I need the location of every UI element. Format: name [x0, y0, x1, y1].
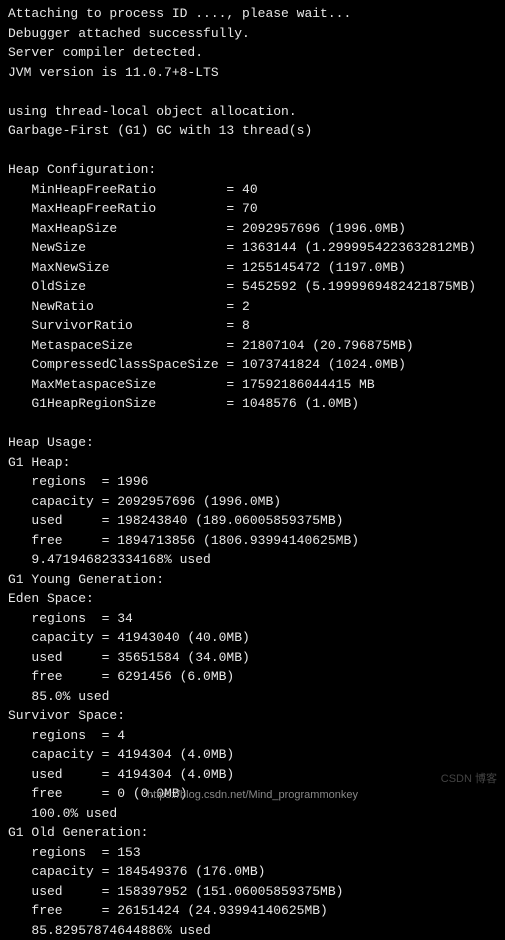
- header-line: using thread-local object allocation.: [8, 102, 497, 122]
- heap-config-row: SurvivorRatio = 8: [8, 316, 497, 336]
- usage-row: regions = 153: [8, 843, 497, 863]
- usage-row: used = 35651584 (34.0MB): [8, 648, 497, 668]
- usage-pct: 85.0% used: [8, 687, 497, 707]
- terminal-output: Attaching to process ID ...., please wai…: [8, 4, 497, 940]
- usage-row: capacity = 4194304 (4.0MB): [8, 745, 497, 765]
- header-line: JVM version is 11.0.7+8-LTS: [8, 63, 497, 83]
- g1-heap-block: regions = 1996 capacity = 2092957696 (19…: [8, 472, 497, 570]
- heap-config-row: G1HeapRegionSize = 1048576 (1.0MB): [8, 394, 497, 414]
- eden-block: regions = 34 capacity = 41943040 (40.0MB…: [8, 609, 497, 707]
- usage-pct: 9.471946823334168% used: [8, 550, 497, 570]
- heap-config-row: MaxMetaspaceSize = 17592186044415 MB: [8, 375, 497, 395]
- g1-old-title: G1 Old Generation:: [8, 823, 497, 843]
- eden-title: Eden Space:: [8, 589, 497, 609]
- header-line: Debugger attached successfully.: [8, 24, 497, 44]
- usage-row: used = 158397952 (151.06005859375MB): [8, 882, 497, 902]
- heap-config-row: CompressedClassSpaceSize = 1073741824 (1…: [8, 355, 497, 375]
- header-line: Garbage-First (G1) GC with 13 thread(s): [8, 121, 497, 141]
- header-line: Attaching to process ID ...., please wai…: [8, 4, 497, 24]
- usage-row: regions = 1996: [8, 472, 497, 492]
- usage-row: regions = 4: [8, 726, 497, 746]
- survivor-block: regions = 4 capacity = 4194304 (4.0MB) u…: [8, 726, 497, 824]
- usage-row: capacity = 41943040 (40.0MB): [8, 628, 497, 648]
- usage-row: free = 1894713856 (1806.93994140625MB): [8, 531, 497, 551]
- heap-config-row: MetaspaceSize = 21807104 (20.796875MB): [8, 336, 497, 356]
- heap-config-row: MaxHeapFreeRatio = 70: [8, 199, 497, 219]
- usage-row: free = 0 (0.0MB): [8, 784, 497, 804]
- heap-config-row: MaxNewSize = 1255145472 (1197.0MB): [8, 258, 497, 278]
- heap-config-row: NewSize = 1363144 (1.2999954223632812MB): [8, 238, 497, 258]
- heap-config-rows: MinHeapFreeRatio = 40 MaxHeapFreeRatio =…: [8, 180, 497, 414]
- usage-row: free = 6291456 (6.0MB): [8, 667, 497, 687]
- g1-young-title: G1 Young Generation:: [8, 570, 497, 590]
- old-block: regions = 153 capacity = 184549376 (176.…: [8, 843, 497, 940]
- usage-pct: 100.0% used: [8, 804, 497, 824]
- usage-row: capacity = 184549376 (176.0MB): [8, 862, 497, 882]
- usage-row: free = 26151424 (24.93994140625MB): [8, 901, 497, 921]
- usage-row: capacity = 2092957696 (1996.0MB): [8, 492, 497, 512]
- usage-row: used = 4194304 (4.0MB): [8, 765, 497, 785]
- heap-config-title: Heap Configuration:: [8, 160, 497, 180]
- heap-config-row: MinHeapFreeRatio = 40: [8, 180, 497, 200]
- heap-config-row: MaxHeapSize = 2092957696 (1996.0MB): [8, 219, 497, 239]
- heap-config-row: NewRatio = 2: [8, 297, 497, 317]
- usage-pct: 85.82957874644886% used: [8, 921, 497, 940]
- heap-config-row: OldSize = 5452592 (5.1999969482421875MB): [8, 277, 497, 297]
- survivor-title: Survivor Space:: [8, 706, 497, 726]
- usage-row: regions = 34: [8, 609, 497, 629]
- usage-row: used = 198243840 (189.06005859375MB): [8, 511, 497, 531]
- header-line: Server compiler detected.: [8, 43, 497, 63]
- heap-usage-title: Heap Usage:: [8, 433, 497, 453]
- g1-heap-title: G1 Heap:: [8, 453, 497, 473]
